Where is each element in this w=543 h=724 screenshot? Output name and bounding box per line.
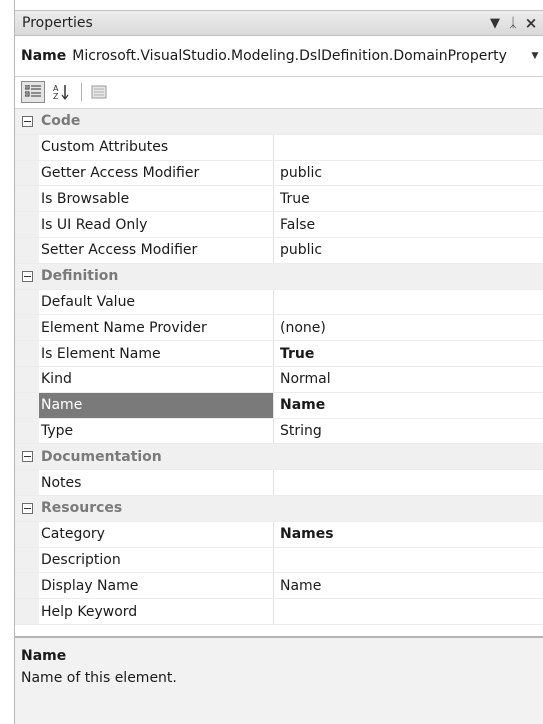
alphabetical-button[interactable]: A Z <box>51 82 73 102</box>
row-gutter <box>15 289 39 315</box>
property-name[interactable]: Type <box>39 418 274 444</box>
property-row[interactable]: Notes <box>15 470 543 496</box>
property-row[interactable]: Is UI Read Only False <box>15 212 543 238</box>
property-row[interactable]: Kind Normal <box>15 366 543 393</box>
row-gutter <box>15 573 39 599</box>
property-row[interactable]: Element Name Provider (none) <box>15 315 543 342</box>
collapse-toggle-icon[interactable] <box>15 444 39 469</box>
property-value[interactable]: Name <box>274 393 543 418</box>
property-row[interactable]: Default Value <box>15 289 543 316</box>
row-gutter <box>15 160 39 186</box>
property-name[interactable]: Getter Access Modifier <box>39 160 274 186</box>
property-value[interactable] <box>274 548 543 573</box>
property-row[interactable]: Category Names <box>15 521 543 548</box>
category-name: Resources <box>41 500 123 517</box>
row-gutter <box>15 418 39 444</box>
row-gutter <box>15 212 39 237</box>
property-value[interactable]: public <box>274 238 543 263</box>
property-name[interactable]: Kind <box>39 366 274 392</box>
property-value[interactable]: True <box>274 186 543 211</box>
property-pages-icon <box>91 85 107 99</box>
auto-hide-pin-icon[interactable]: ᛣ <box>504 16 522 31</box>
property-value[interactable]: Names <box>274 522 543 547</box>
property-row[interactable]: Getter Access Modifier public <box>15 160 543 187</box>
row-gutter <box>15 134 39 160</box>
object-selector-value: Microsoft.VisualStudio.Modeling.DslDefin… <box>72 48 507 64</box>
chevron-down-icon[interactable]: ▼ <box>526 51 543 61</box>
row-gutter <box>15 521 39 547</box>
description-text: Name of this element. <box>21 670 177 686</box>
property-row[interactable]: Description <box>15 547 543 574</box>
row-gutter <box>15 186 39 212</box>
property-value[interactable]: public <box>274 161 543 186</box>
row-gutter <box>15 366 39 392</box>
property-row[interactable]: Name Name <box>15 392 543 419</box>
property-value[interactable]: Normal <box>274 367 543 392</box>
toolbar-separator <box>81 83 82 101</box>
row-gutter <box>15 547 39 573</box>
property-value[interactable]: True <box>274 341 543 366</box>
property-row[interactable]: Custom Attributes <box>15 134 543 161</box>
description-pane: Name Name of this element. <box>15 636 543 724</box>
collapse-toggle-icon[interactable] <box>15 109 39 134</box>
property-row[interactable]: Setter Access Modifier public <box>15 237 543 264</box>
property-name[interactable]: Custom Attributes <box>39 134 274 160</box>
property-row[interactable]: Display Name Name <box>15 573 543 600</box>
svg-text:Z: Z <box>53 92 59 100</box>
object-selector[interactable]: Name Microsoft.VisualStudio.Modeling.Dsl… <box>15 36 543 77</box>
property-name[interactable]: Element Name Provider <box>39 315 274 341</box>
property-row[interactable]: Help Keyword <box>15 599 543 625</box>
collapse-toggle-icon[interactable] <box>15 496 39 521</box>
row-gutter <box>15 599 39 624</box>
alphabetical-icon: A Z <box>53 84 69 100</box>
toolbar: A Z <box>15 76 543 109</box>
window-title: Properties <box>22 15 93 31</box>
categorized-icon <box>25 85 41 97</box>
property-name[interactable]: Display Name <box>39 573 274 599</box>
property-name[interactable]: Help Keyword <box>39 599 274 624</box>
category-name: Code <box>41 113 81 130</box>
categorized-button[interactable] <box>21 81 45 103</box>
property-name[interactable]: Setter Access Modifier <box>39 237 274 263</box>
property-name[interactable]: Category <box>39 521 274 547</box>
property-row[interactable]: Is Browsable True <box>15 186 543 213</box>
description-title: Name <box>21 648 67 664</box>
property-value[interactable] <box>274 599 543 624</box>
property-value[interactable]: False <box>274 212 543 237</box>
property-row[interactable]: Type String <box>15 418 543 445</box>
property-value[interactable]: (none) <box>274 315 543 340</box>
property-value[interactable]: String <box>274 419 543 444</box>
category-row[interactable]: Documentation <box>15 444 543 471</box>
close-icon[interactable]: × <box>522 14 540 32</box>
property-value[interactable] <box>274 470 543 495</box>
property-value[interactable] <box>274 135 543 160</box>
category-row[interactable]: Resources <box>15 495 543 522</box>
category-row[interactable]: Definition <box>15 263 543 290</box>
property-name[interactable]: Description <box>39 547 274 573</box>
property-grid: Code Custom Attributes Getter Access Modif… <box>15 109 543 625</box>
property-name[interactable]: Default Value <box>39 289 274 315</box>
property-name[interactable]: Name <box>39 392 274 418</box>
row-gutter <box>15 237 39 263</box>
property-row[interactable]: Is Element Name True <box>15 341 543 367</box>
row-gutter <box>15 315 39 341</box>
category-row[interactable]: Code <box>15 109 543 135</box>
category-name: Documentation <box>41 448 162 465</box>
property-name[interactable]: Is Element Name <box>39 341 274 366</box>
row-gutter <box>15 470 39 495</box>
collapse-toggle-icon[interactable] <box>15 264 39 289</box>
property-pages-button[interactable] <box>88 82 110 102</box>
row-gutter <box>15 392 39 418</box>
property-value[interactable] <box>274 290 543 315</box>
property-name[interactable]: Is UI Read Only <box>39 212 274 237</box>
window-position-dropdown-icon[interactable]: ▼ <box>486 16 504 31</box>
category-name: Definition <box>41 268 119 285</box>
properties-window: Properties ▼ ᛣ × Name Microsoft.VisualSt… <box>14 0 543 724</box>
title-bar[interactable]: Properties ▼ ᛣ × <box>15 10 543 36</box>
property-value[interactable]: Name <box>274 573 543 598</box>
row-gutter <box>15 341 39 366</box>
object-selector-label: Name <box>21 48 67 64</box>
property-name[interactable]: Is Browsable <box>39 186 274 212</box>
property-name[interactable]: Notes <box>39 470 274 495</box>
